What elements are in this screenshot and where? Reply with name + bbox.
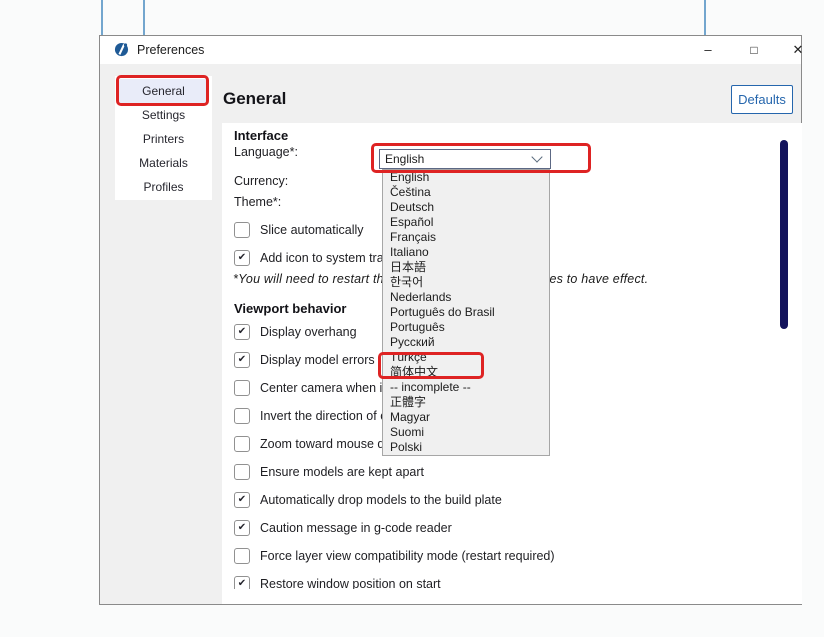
checkbox[interactable] bbox=[234, 576, 250, 589]
sidebar-item-label: Profiles bbox=[143, 180, 183, 194]
checkbox[interactable] bbox=[234, 492, 250, 508]
window-title: Preferences bbox=[137, 36, 204, 64]
language-option[interactable]: Čeština bbox=[383, 185, 549, 200]
titlebar[interactable]: Preferences – □ ✕ bbox=[100, 36, 801, 64]
language-option-label: Italiano bbox=[390, 245, 429, 259]
sidebar-item-label: General bbox=[142, 84, 185, 98]
language-option[interactable]: 日本語 bbox=[383, 260, 549, 275]
language-option[interactable]: Русский bbox=[383, 335, 549, 350]
checkbox-label: Ensure models are kept apart bbox=[260, 465, 424, 479]
language-option[interactable]: Türkçe bbox=[383, 350, 549, 365]
language-option[interactable]: Português do Brasil bbox=[383, 305, 549, 320]
language-option[interactable]: 简体中文 bbox=[383, 365, 549, 380]
language-option-label: Português bbox=[390, 320, 445, 334]
checkbox[interactable] bbox=[234, 380, 250, 396]
language-option-label: Português do Brasil bbox=[390, 305, 495, 319]
language-dropdown[interactable]: English bbox=[379, 149, 551, 169]
language-option[interactable]: Magyar bbox=[383, 410, 549, 425]
language-dropdown-value: English bbox=[380, 152, 533, 166]
checkbox-row[interactable]: Restore window position on start bbox=[234, 570, 802, 589]
sidebar-item[interactable]: Materials bbox=[119, 151, 208, 175]
scrollbar-thumb[interactable] bbox=[780, 140, 788, 329]
language-option-label: Čeština bbox=[390, 185, 431, 199]
maximize-button[interactable]: □ bbox=[739, 36, 769, 64]
language-label: Language*: bbox=[234, 145, 298, 161]
checkbox-row[interactable]: Caution message in g-code reader bbox=[234, 514, 802, 542]
sidebar-item[interactable]: Settings bbox=[119, 103, 208, 127]
language-option[interactable]: -- incomplete -- bbox=[383, 380, 549, 395]
language-option-label: 简体中文 bbox=[390, 365, 438, 379]
checkbox-label: Add icon to system tray * bbox=[260, 251, 398, 265]
language-option[interactable]: Deutsch bbox=[383, 200, 549, 215]
sidebar-item[interactable]: General bbox=[119, 79, 208, 103]
cura-app-icon bbox=[114, 42, 129, 57]
language-option-label: Polski bbox=[390, 440, 422, 454]
sidebar-item-label: Settings bbox=[142, 108, 185, 122]
sidebar-item[interactable]: Profiles bbox=[119, 175, 208, 199]
checkbox[interactable] bbox=[234, 408, 250, 424]
checkbox[interactable] bbox=[234, 222, 250, 238]
language-option-label: Türkçe bbox=[390, 350, 427, 364]
background-window-edge-line bbox=[101, 0, 103, 35]
checkbox[interactable] bbox=[234, 436, 250, 452]
checkbox-label: Caution message in g-code reader bbox=[260, 521, 452, 535]
language-options-popup: English Čeština Deutsch Español Français… bbox=[382, 169, 550, 456]
checkbox-row[interactable]: Automatically drop models to the build p… bbox=[234, 486, 802, 514]
page-title: General bbox=[223, 89, 286, 109]
language-option-label: Español bbox=[390, 215, 433, 229]
language-option-label: Français bbox=[390, 230, 436, 244]
interface-section-header: Interface bbox=[234, 128, 288, 143]
language-option[interactable]: Polski bbox=[383, 440, 549, 455]
language-option-label: Nederlands bbox=[390, 290, 451, 304]
checkbox-label: Display model errors bbox=[260, 353, 375, 367]
checkbox[interactable] bbox=[234, 352, 250, 368]
sidebar-item-label: Printers bbox=[143, 132, 184, 146]
language-option[interactable]: Français bbox=[383, 230, 549, 245]
chevron-down-icon bbox=[531, 151, 542, 162]
checkbox-label: Slice automatically bbox=[260, 223, 364, 237]
desktop-background: Preferences – □ ✕ General Settings Print… bbox=[0, 0, 824, 637]
language-option[interactable]: 한국어 bbox=[383, 275, 549, 290]
sidebar-item-label: Materials bbox=[139, 156, 188, 170]
checkbox-row[interactable]: Ensure models are kept apart bbox=[234, 458, 802, 486]
viewport-section-header: Viewport behavior bbox=[234, 301, 346, 316]
close-button[interactable]: ✕ bbox=[783, 36, 813, 64]
language-option[interactable]: Italiano bbox=[383, 245, 549, 260]
language-option-label: -- incomplete -- bbox=[390, 380, 471, 394]
language-option-label: Magyar bbox=[390, 410, 430, 424]
checkbox-label: Restore window position on start bbox=[260, 577, 441, 589]
language-option-label: 正體字 bbox=[390, 395, 426, 409]
language-option[interactable]: Español bbox=[383, 215, 549, 230]
checkbox-row[interactable]: Force layer view compatibility mode (res… bbox=[234, 542, 802, 570]
checkbox[interactable] bbox=[234, 464, 250, 480]
currency-label: Currency: bbox=[234, 174, 288, 190]
checkbox[interactable] bbox=[234, 548, 250, 564]
language-option[interactable]: 正體字 bbox=[383, 395, 549, 410]
background-window-edge-line bbox=[704, 0, 706, 35]
checkbox[interactable] bbox=[234, 324, 250, 340]
language-option-label: Deutsch bbox=[390, 200, 434, 214]
checkbox-label: Display overhang bbox=[260, 325, 357, 339]
background-window-edge-line bbox=[143, 0, 145, 35]
preferences-window: Preferences – □ ✕ General Settings Print… bbox=[99, 35, 802, 605]
language-option-label: 한국어 bbox=[390, 275, 423, 289]
language-option[interactable]: English bbox=[383, 170, 549, 185]
defaults-button[interactable]: Defaults bbox=[731, 85, 793, 114]
language-option-label: 日本語 bbox=[390, 260, 426, 274]
checkbox[interactable] bbox=[234, 520, 250, 536]
language-option-label: Русский bbox=[390, 335, 435, 349]
checkbox[interactable] bbox=[234, 250, 250, 266]
language-option[interactable]: Nederlands bbox=[383, 290, 549, 305]
sidebar: General Settings Printers Materials Prof… bbox=[115, 76, 212, 200]
language-option-label: English bbox=[390, 170, 429, 184]
theme-label: Theme*: bbox=[234, 195, 281, 211]
sidebar-item[interactable]: Printers bbox=[119, 127, 208, 151]
language-option[interactable]: Português bbox=[383, 320, 549, 335]
checkbox-label: Automatically drop models to the build p… bbox=[260, 493, 502, 507]
language-option-label: Suomi bbox=[390, 425, 424, 439]
minimize-button[interactable]: – bbox=[693, 36, 723, 64]
checkbox-label: Force layer view compatibility mode (res… bbox=[260, 549, 555, 563]
language-option[interactable]: Suomi bbox=[383, 425, 549, 440]
